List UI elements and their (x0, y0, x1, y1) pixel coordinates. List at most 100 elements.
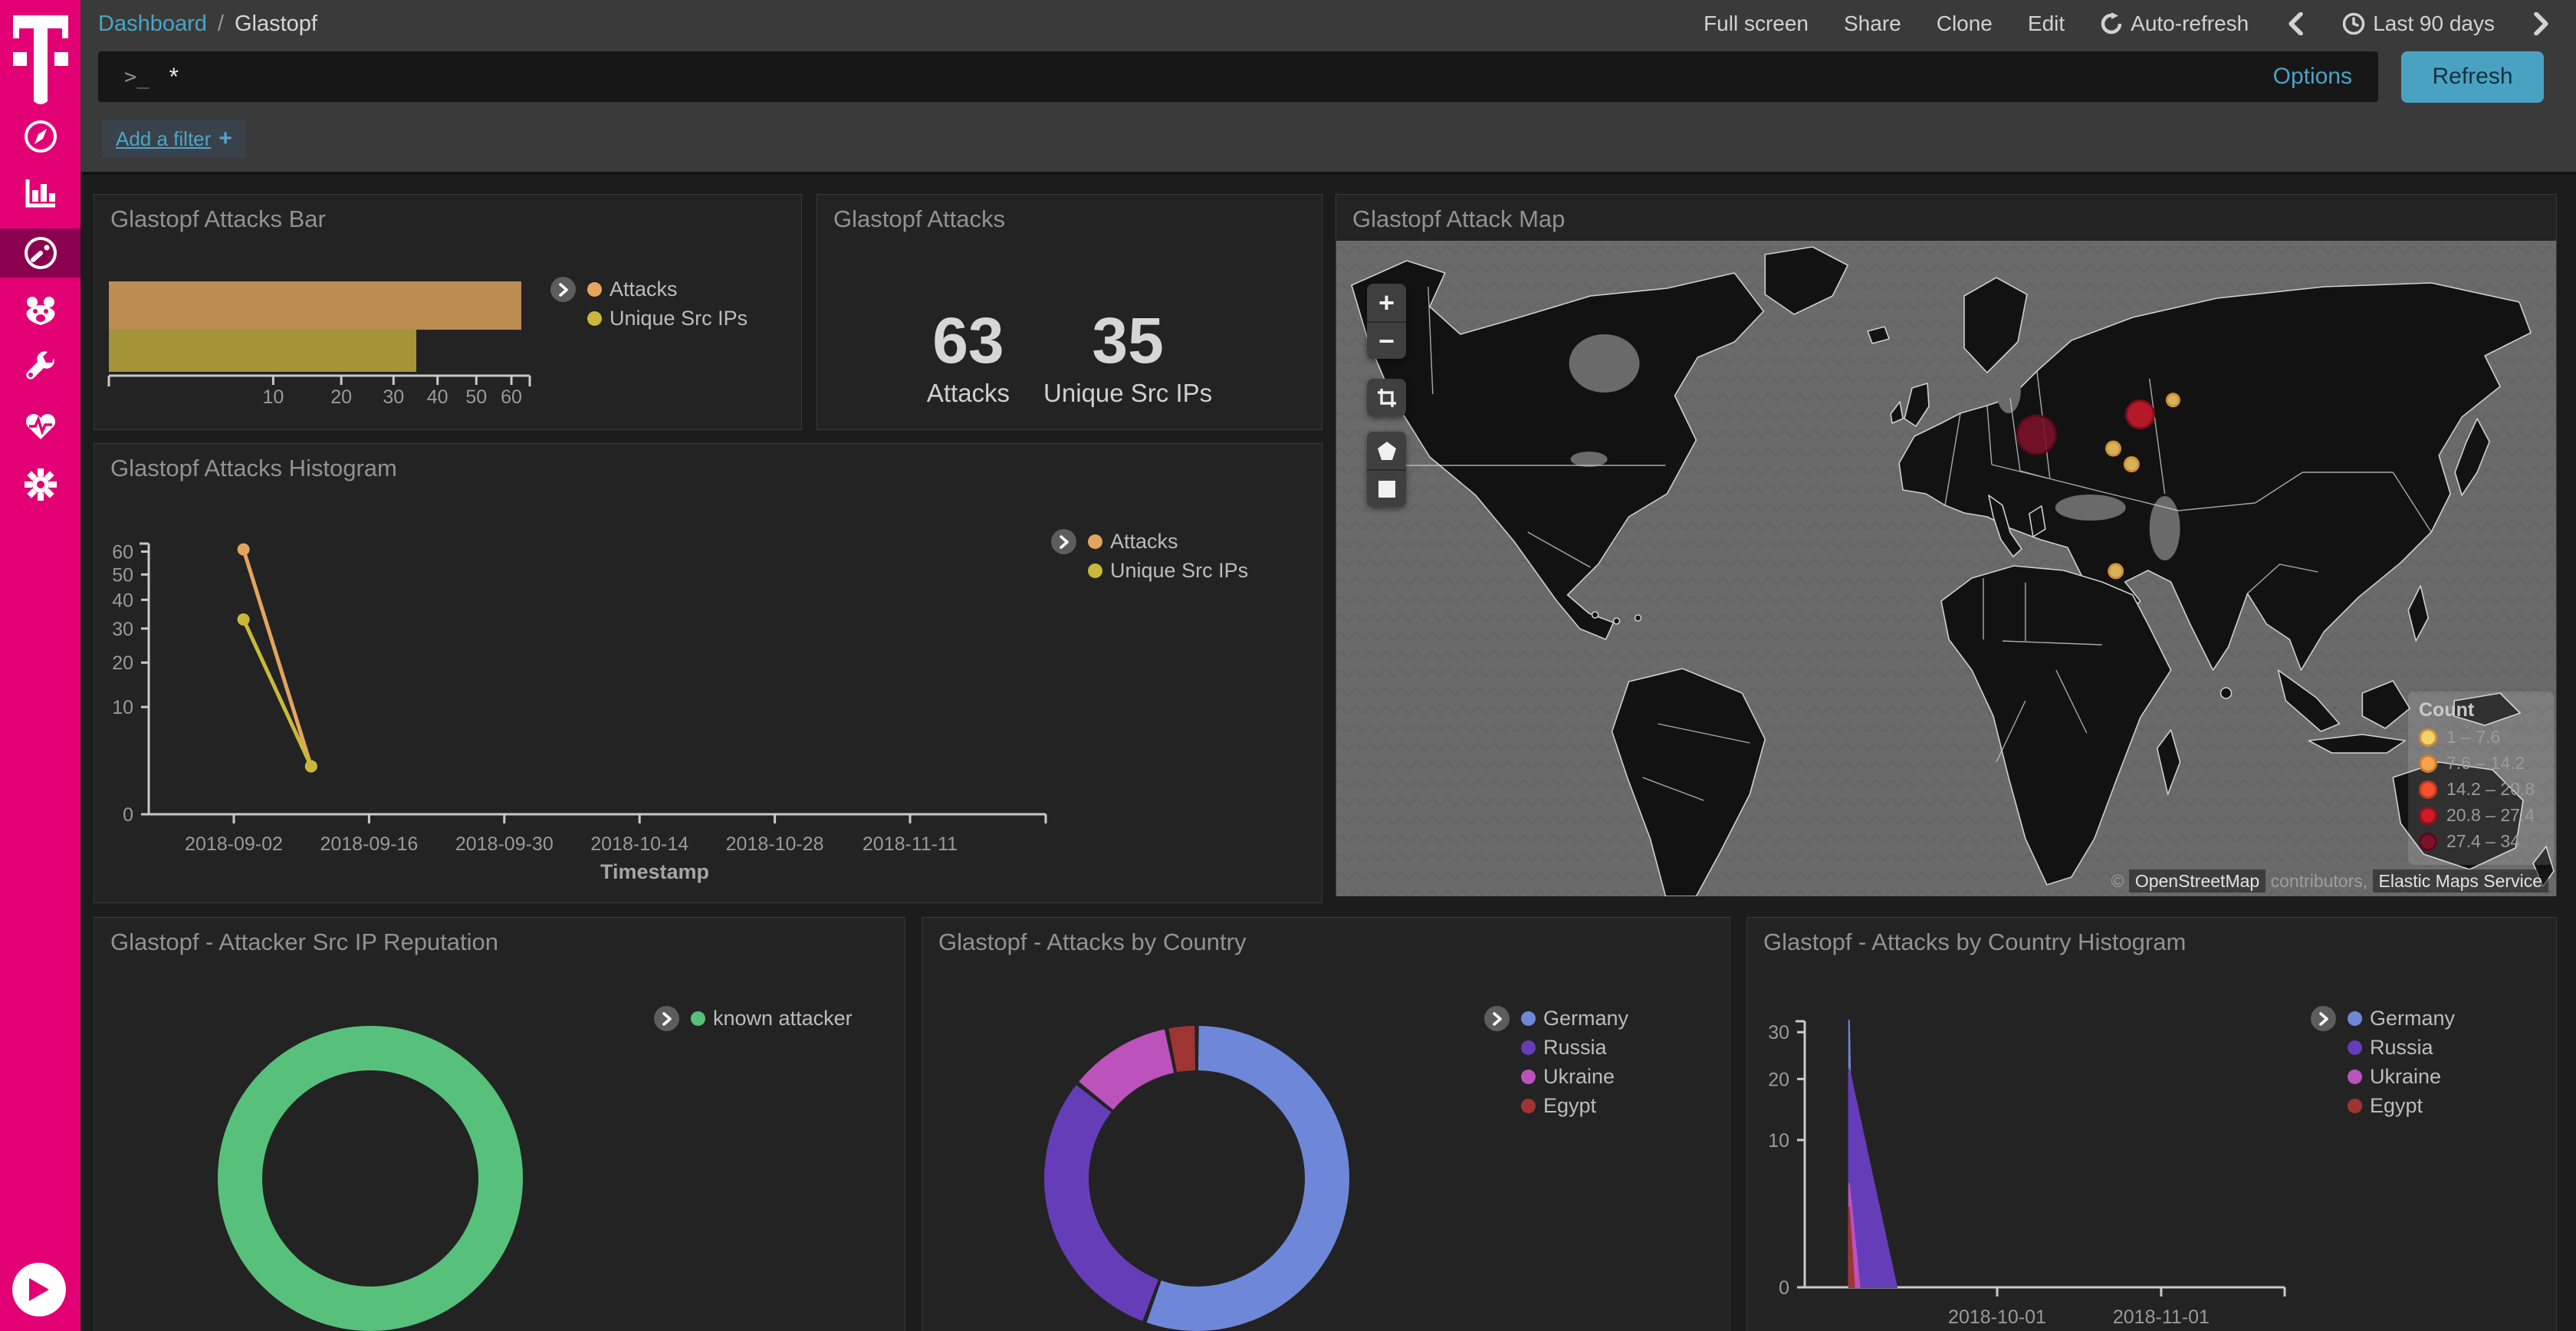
svg-text:10: 10 (1768, 1130, 1789, 1152)
panel-attacks-metric: Glastopf Attacks 63 Attacks 35 Unique Sr… (816, 194, 1322, 430)
metric-label: Attacks (927, 379, 1010, 408)
world-map[interactable]: + − (1336, 241, 2556, 896)
map-zoom-in-button[interactable]: + (1367, 284, 1406, 321)
legend-color-dot (1088, 564, 1102, 578)
map-draw-polygon-button[interactable] (1367, 432, 1406, 469)
map-legend-item: 14.2 – 20.8 (2419, 779, 2543, 800)
wrench-icon (23, 350, 58, 386)
panel-title: Glastopf Attacks (833, 205, 1005, 233)
app-sidebar (0, 0, 80, 1331)
svg-text:10: 10 (112, 697, 133, 718)
country-donut-chart[interactable] (922, 918, 1731, 1331)
legend-item-ukraine[interactable]: Ukraine (2348, 1062, 2455, 1091)
map-legend-range: 20.8 – 27.4 (2446, 805, 2535, 826)
metric-attacks: 63 Attacks (927, 308, 1010, 408)
copyright-icon: © (2111, 871, 2124, 891)
attacks-histogram-chart[interactable]: 01020304050602018-09-022018-09-162018-09… (94, 444, 1323, 904)
auto-refresh-button[interactable]: Auto-refresh (2100, 12, 2249, 36)
legend-item-russia[interactable]: Russia (1521, 1033, 1628, 1062)
sidebar-item-heart-pulse[interactable] (0, 401, 80, 450)
legend-item-unique-src-ips[interactable]: Unique Src IPs (1088, 556, 1248, 585)
play-icon (28, 1277, 51, 1303)
share-button[interactable]: Share (1844, 12, 1901, 36)
edit-button[interactable]: Edit (2028, 12, 2065, 36)
legend-label: Russia (1543, 1036, 1607, 1060)
map-legend-range: 7.6 – 14.2 (2446, 753, 2525, 774)
legend-toggle-button[interactable] (1051, 529, 1076, 554)
chevron-right-icon (2318, 1012, 2329, 1026)
svg-text:0: 0 (1779, 1277, 1789, 1299)
map-fit-bounds-button[interactable] (1367, 379, 1406, 416)
breadcrumb: Dashboard / Glastopf (98, 12, 317, 37)
map-legend-dot (2419, 781, 2437, 799)
time-picker-button[interactable]: Last 90 days (2342, 12, 2495, 36)
breadcrumb-row: Dashboard / Glastopf Full screen Share C… (80, 0, 2576, 48)
svg-text:60: 60 (112, 541, 133, 563)
elastic-maps-link[interactable]: Elastic Maps Service (2373, 869, 2548, 892)
svg-text:60: 60 (501, 386, 522, 408)
legend-item-unique-src-ips[interactable]: Unique Src IPs (587, 304, 748, 333)
legend-item-germany[interactable]: Germany (1521, 1004, 1628, 1033)
map-legend-range: 14.2 – 20.8 (2446, 779, 2535, 800)
kibana-app: Dashboard / Glastopf Full screen Share C… (0, 0, 2576, 1331)
time-forward-button[interactable] (2530, 12, 2553, 35)
polygon-icon (1377, 441, 1397, 461)
query-options-link[interactable]: Options (2273, 64, 2352, 90)
legend-color-dot (587, 311, 602, 326)
svg-text:40: 40 (112, 590, 133, 611)
legend-toggle-button[interactable] (2311, 1006, 2336, 1031)
svg-text:2018-09-16: 2018-09-16 (320, 833, 418, 855)
sidebar-item-wrench[interactable] (0, 343, 80, 393)
svg-text:2018-09-02: 2018-09-02 (185, 833, 283, 855)
osm-link[interactable]: OpenStreetMap (2129, 869, 2266, 892)
legend: Germany RussiaUkraineEgypt (1521, 1004, 1628, 1120)
legend-label: Attacks (1110, 530, 1178, 554)
add-filter-button[interactable]: Add a filter+ (102, 120, 246, 158)
legend-item-egypt[interactable]: Egypt (2348, 1091, 2455, 1120)
clone-button[interactable]: Clone (1937, 12, 1993, 36)
full-screen-button[interactable]: Full screen (1704, 12, 1809, 36)
attack-point-ukraine-east (2124, 458, 2138, 472)
attack-point-germany (2017, 416, 2055, 454)
panel-title: Glastopf - Attacks by Country Histogram (1763, 928, 2186, 956)
query-input[interactable]: >_ * Options (98, 51, 2378, 102)
breadcrumb-dashboard-link[interactable]: Dashboard (98, 12, 207, 37)
attack-point-russia-east-of-moscow (2167, 394, 2179, 406)
legend-label: Germany (1543, 1007, 1628, 1030)
sidebar-item-bear[interactable] (0, 286, 80, 335)
map-legend-item: 7.6 – 14.2 (2419, 753, 2543, 774)
legend-item-russia[interactable]: Russia (2348, 1033, 2455, 1062)
time-back-button[interactable] (2284, 12, 2307, 35)
country-area-chart[interactable]: 01020302018-10-012018-11-01Timestamp (1747, 918, 2558, 1331)
map-zoom-out-button[interactable]: − (1367, 321, 1406, 359)
legend-toggle-button[interactable] (654, 1006, 679, 1031)
svg-text:Timestamp: Timestamp (600, 860, 709, 883)
map-attribution: © OpenStreetMap contributors, Elastic Ma… (2111, 871, 2548, 892)
sidebar-item-bar-chart[interactable] (0, 168, 80, 217)
legend-item-attacks[interactable]: Attacks (1088, 527, 1248, 556)
reputation-donut-chart[interactable] (94, 918, 906, 1331)
metric-value: 35 (1043, 308, 1212, 373)
legend-item-germany[interactable]: Germany (2348, 1004, 2455, 1033)
sidebar-expand-button[interactable] (12, 1263, 66, 1316)
breadcrumb-current: Glastopf (235, 12, 317, 37)
legend-item-ukraine[interactable]: Ukraine (1521, 1062, 1628, 1091)
legend-item-attacks[interactable]: Attacks (587, 274, 748, 304)
legend-color-dot (1521, 1011, 1536, 1026)
svg-text:50: 50 (112, 564, 133, 586)
sidebar-item-gauge[interactable] (0, 228, 80, 278)
sidebar-item-gear[interactable] (0, 460, 80, 509)
legend-toggle-button[interactable] (550, 277, 576, 302)
legend-toggle-button[interactable] (1484, 1006, 1510, 1031)
rectangle-icon (1377, 479, 1397, 499)
legend-item-known-attacker[interactable]: known attacker (691, 1004, 853, 1033)
legend: AttacksUnique Src IPs (587, 274, 748, 333)
metric-group: 63 Attacks 35 Unique Src IPs (817, 308, 1322, 408)
legend-color-dot (2348, 1099, 2362, 1113)
map-legend-dot (2419, 807, 2437, 825)
map-draw-rectangle-button[interactable] (1367, 469, 1406, 507)
legend-item-egypt[interactable]: Egypt (1521, 1091, 1628, 1120)
refresh-button[interactable]: Refresh (2401, 51, 2544, 103)
legend-label: Russia (2370, 1036, 2433, 1060)
sidebar-item-compass[interactable] (0, 112, 80, 161)
